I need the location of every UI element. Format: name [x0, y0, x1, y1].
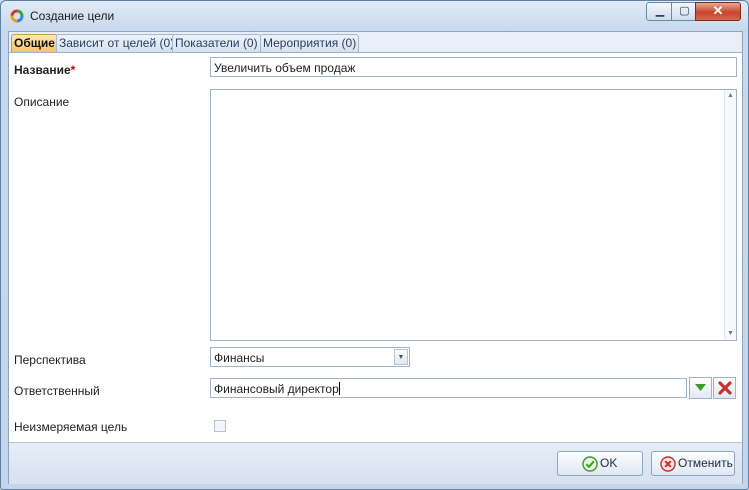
responsible-input[interactable]: Финансовый директор [210, 378, 687, 398]
close-icon: ✕ [712, 3, 724, 18]
title-bar[interactable]: Создание цели ▁ ▢ ✕ [1, 1, 748, 31]
perspective-value: Финансы [214, 351, 265, 365]
required-marker: * [70, 63, 76, 77]
red-x-icon [717, 381, 732, 395]
description-textarea[interactable]: ▲ ▼ [210, 89, 737, 341]
name-input[interactable]: Увеличить объем продаж [210, 57, 737, 77]
name-label: Название* [14, 63, 76, 77]
cancel-label: Отменить [678, 456, 733, 470]
ring-logo-icon [10, 9, 24, 23]
responsible-value: Финансовый директор [214, 382, 339, 396]
text-cursor [338, 382, 340, 395]
dialog-body: Общие Зависит от целей (0) Показатели (0… [8, 31, 743, 484]
tab-strip: Общие Зависит от целей (0) Показатели (0… [9, 32, 742, 53]
green-check-icon [582, 456, 598, 472]
tab-depends-on-goals[interactable]: Зависит от целей (0) [56, 34, 178, 52]
tab-general[interactable]: Общие [11, 34, 58, 52]
minimize-button[interactable]: ▁ [646, 2, 674, 21]
select-responsible-button[interactable] [689, 377, 712, 399]
tab-activities[interactable]: Мероприятия (0) [260, 34, 360, 52]
dialog-footer: OK Отменить [9, 442, 742, 484]
ok-button[interactable]: OK [557, 451, 643, 476]
scroll-up-arrow-icon[interactable]: ▲ [725, 91, 736, 101]
perspective-label: Перспектива [14, 353, 86, 367]
perspective-select[interactable]: Финансы ▼ [210, 347, 410, 367]
unmeasurable-label: Неизмеряемая цель [14, 420, 128, 434]
description-scrollbar[interactable]: ▲ ▼ [724, 90, 736, 340]
green-triangle-down-icon [695, 384, 706, 391]
dialog-window: Создание цели ▁ ▢ ✕ Общие Зависит от цел… [0, 0, 749, 490]
close-button[interactable]: ✕ [695, 2, 741, 21]
minimize-icon: ▁ [655, 5, 665, 17]
ok-label: OK [600, 456, 618, 470]
window-title: Создание цели [30, 9, 115, 23]
responsible-label: Ответственный [14, 384, 100, 398]
red-circle-x-icon [660, 456, 676, 472]
description-label: Описание [14, 95, 70, 109]
clear-responsible-button[interactable] [713, 377, 736, 399]
scroll-down-arrow-icon[interactable]: ▼ [725, 329, 736, 339]
cancel-button[interactable]: Отменить [651, 451, 735, 476]
unmeasurable-checkbox[interactable] [214, 420, 226, 432]
maximize-icon: ▢ [679, 5, 690, 17]
maximize-button[interactable]: ▢ [671, 2, 698, 21]
tab-indicators[interactable]: Показатели (0) [172, 34, 261, 52]
triangle-down-icon[interactable]: ▼ [394, 349, 408, 365]
